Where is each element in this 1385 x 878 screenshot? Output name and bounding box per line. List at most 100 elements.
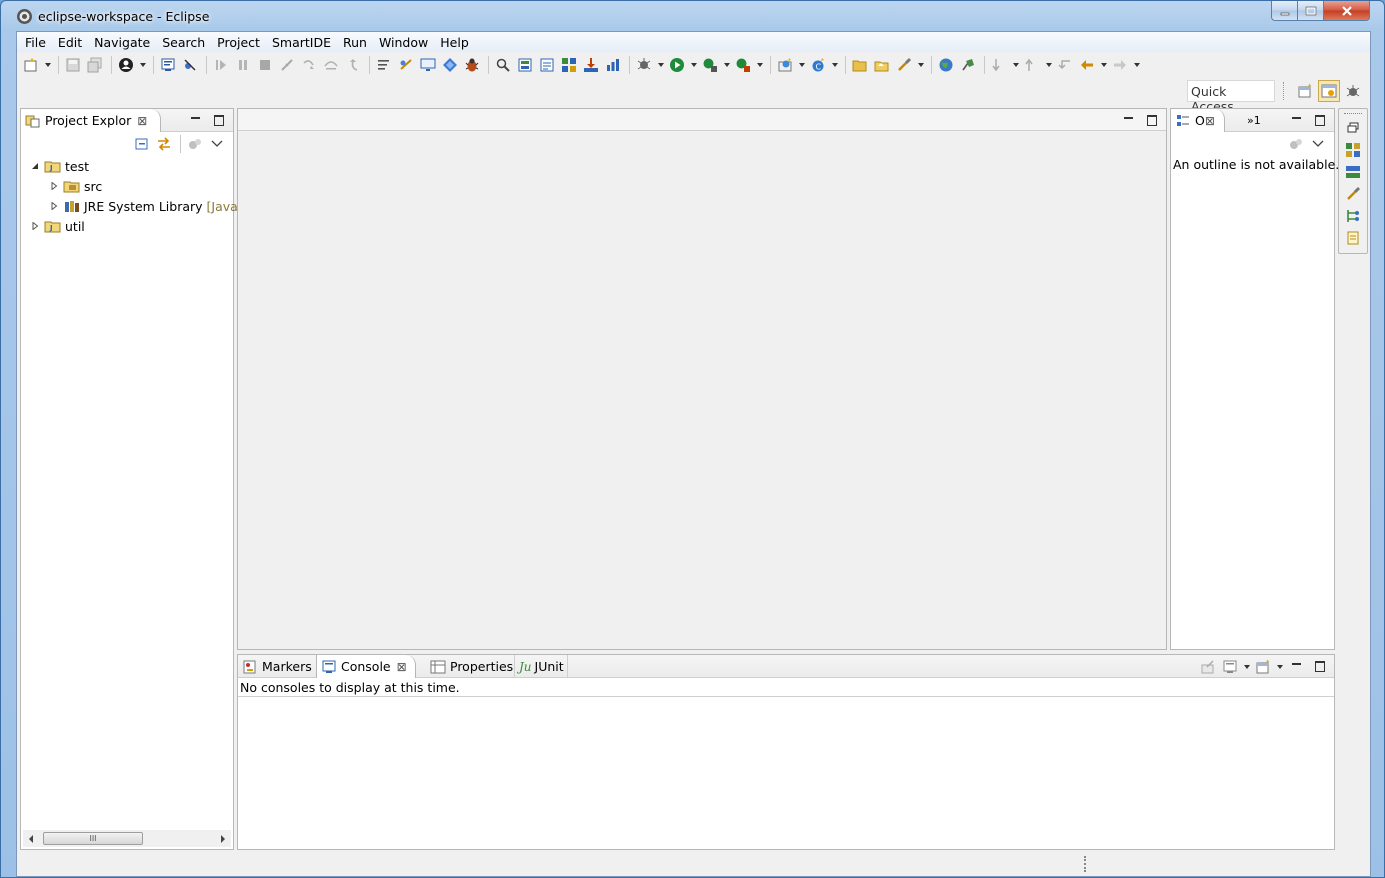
javadoc-icon[interactable] [1345, 164, 1361, 180]
menu-edit[interactable]: Edit [52, 32, 88, 52]
display-console-dropdown[interactable] [1242, 657, 1251, 677]
brush-icon[interactable] [894, 55, 914, 75]
view-menu-icon[interactable] [1308, 134, 1328, 154]
previous-annotation-icon[interactable] [1022, 55, 1042, 75]
maximize-button[interactable] [1298, 1, 1324, 21]
minimize-view-button[interactable] [1289, 659, 1305, 673]
brush-dropdown[interactable] [916, 55, 925, 75]
status-bar-handle[interactable] [1084, 856, 1086, 872]
open-file-icon[interactable] [872, 55, 892, 75]
tab-markers[interactable]: Markers [238, 655, 314, 678]
link-with-editor-icon[interactable] [154, 134, 174, 154]
menu-project[interactable]: Project [211, 32, 266, 52]
search-icon[interactable] [493, 55, 513, 75]
chart-icon[interactable] [603, 55, 623, 75]
collapsed-triangle-icon[interactable] [48, 200, 60, 212]
maximize-view-button[interactable] [211, 113, 227, 127]
minimize-button[interactable] [1271, 1, 1298, 21]
last-edit-location-icon[interactable] [1055, 55, 1075, 75]
debug-icon[interactable] [634, 55, 654, 75]
resume-icon[interactable] [211, 55, 231, 75]
menu-help[interactable]: Help [434, 32, 475, 52]
tree-item-src[interactable]: src [48, 176, 102, 196]
tab-properties[interactable]: Properties [426, 655, 513, 678]
step-into-icon[interactable] [299, 55, 319, 75]
run-last-icon[interactable] [700, 55, 720, 75]
open-type-icon[interactable] [515, 55, 535, 75]
step-over-icon[interactable] [321, 55, 341, 75]
profile-dropdown[interactable] [138, 55, 147, 75]
new-wizard-dropdown[interactable] [43, 55, 52, 75]
scroll-right-icon[interactable] [219, 833, 227, 847]
tab-outline[interactable]: O ⊠ [1171, 109, 1225, 132]
minimize-view-button[interactable] [188, 113, 204, 127]
open-perspective-icon[interactable] [1294, 80, 1316, 102]
run-last-dropdown[interactable] [722, 55, 731, 75]
maximize-view-button[interactable] [1312, 113, 1328, 127]
debug-perspective-icon[interactable] [1342, 80, 1364, 102]
collapse-all-icon[interactable] [132, 134, 152, 154]
menu-smartide[interactable]: SmartIDE [266, 32, 337, 52]
tree-item-jre-system-library[interactable]: JRE System Library [JavaS [48, 196, 246, 216]
pin-console-icon[interactable] [1198, 657, 1218, 677]
menu-search[interactable]: Search [156, 32, 211, 52]
minimize-editor-button[interactable] [1121, 113, 1137, 127]
next-annotation-icon[interactable] [989, 55, 1009, 75]
drop-to-frame-icon[interactable] [396, 55, 416, 75]
close-icon[interactable]: ⊠ [397, 660, 407, 674]
terminal-icon[interactable] [158, 55, 178, 75]
close-button[interactable] [1324, 1, 1370, 21]
quick-access-input[interactable]: Quick Access [1187, 80, 1275, 114]
skip-breakpoints-icon[interactable] [180, 55, 200, 75]
pin-icon[interactable] [958, 55, 978, 75]
menu-run[interactable]: Run [337, 32, 373, 52]
open-console-icon[interactable] [1253, 657, 1273, 677]
menu-window[interactable]: Window [373, 32, 434, 52]
minimize-view-button[interactable] [1289, 113, 1305, 127]
forward-dropdown[interactable] [1132, 55, 1141, 75]
forward-icon[interactable] [1110, 55, 1130, 75]
new-java-project-icon[interactable] [775, 55, 795, 75]
close-icon[interactable]: ⊠ [137, 114, 147, 128]
close-icon[interactable]: ⊠ [1205, 114, 1215, 128]
hierarchy-icon[interactable] [1345, 142, 1361, 158]
collapsed-triangle-icon[interactable] [29, 220, 41, 232]
horizontal-scrollbar[interactable]: III [23, 830, 231, 847]
back-dropdown[interactable] [1099, 55, 1108, 75]
profile-icon[interactable] [116, 55, 136, 75]
coverage-icon[interactable] [733, 55, 753, 75]
declaration-icon[interactable] [1345, 186, 1361, 202]
bug-icon[interactable] [462, 55, 482, 75]
task-list-icon[interactable] [1345, 230, 1361, 246]
java-perspective-icon[interactable] [1318, 80, 1340, 102]
terminate-icon[interactable] [255, 55, 275, 75]
next-annotation-dropdown[interactable] [1011, 55, 1020, 75]
deploy-icon[interactable] [581, 55, 601, 75]
disconnect-icon[interactable] [277, 55, 297, 75]
save-icon[interactable] [63, 55, 83, 75]
smartide-plugin-icon[interactable] [440, 55, 460, 75]
restore-icon[interactable] [1345, 120, 1361, 136]
new-java-class-dropdown[interactable] [830, 55, 839, 75]
title-bar[interactable]: eclipse-workspace - Eclipse [1, 1, 1384, 31]
new-wizard-icon[interactable] [21, 55, 41, 75]
use-step-filters-icon[interactable] [374, 55, 394, 75]
call-hierarchy-icon[interactable] [1345, 208, 1361, 224]
trim-handle[interactable] [1344, 113, 1362, 114]
collapsed-triangle-icon[interactable] [48, 180, 60, 192]
tab-console[interactable]: Console ⊠ [316, 655, 416, 678]
new-java-class-icon[interactable]: C [808, 55, 828, 75]
display-console-icon[interactable] [1220, 657, 1240, 677]
scroll-left-icon[interactable] [27, 833, 35, 847]
back-icon[interactable] [1077, 55, 1097, 75]
focus-active-task-icon[interactable] [1286, 134, 1306, 154]
tab-project-explorer[interactable]: Project Explor ⊠ [21, 109, 161, 132]
editor-area[interactable] [237, 108, 1167, 650]
globe-icon[interactable] [936, 55, 956, 75]
toggle-ant-icon[interactable] [559, 55, 579, 75]
tab-junit[interactable]: Ju JUnit [514, 655, 568, 678]
save-all-icon[interactable] [85, 55, 105, 75]
scrollbar-thumb[interactable]: III [43, 832, 143, 845]
menu-navigate[interactable]: Navigate [88, 32, 156, 52]
new-java-project-dropdown[interactable] [797, 55, 806, 75]
